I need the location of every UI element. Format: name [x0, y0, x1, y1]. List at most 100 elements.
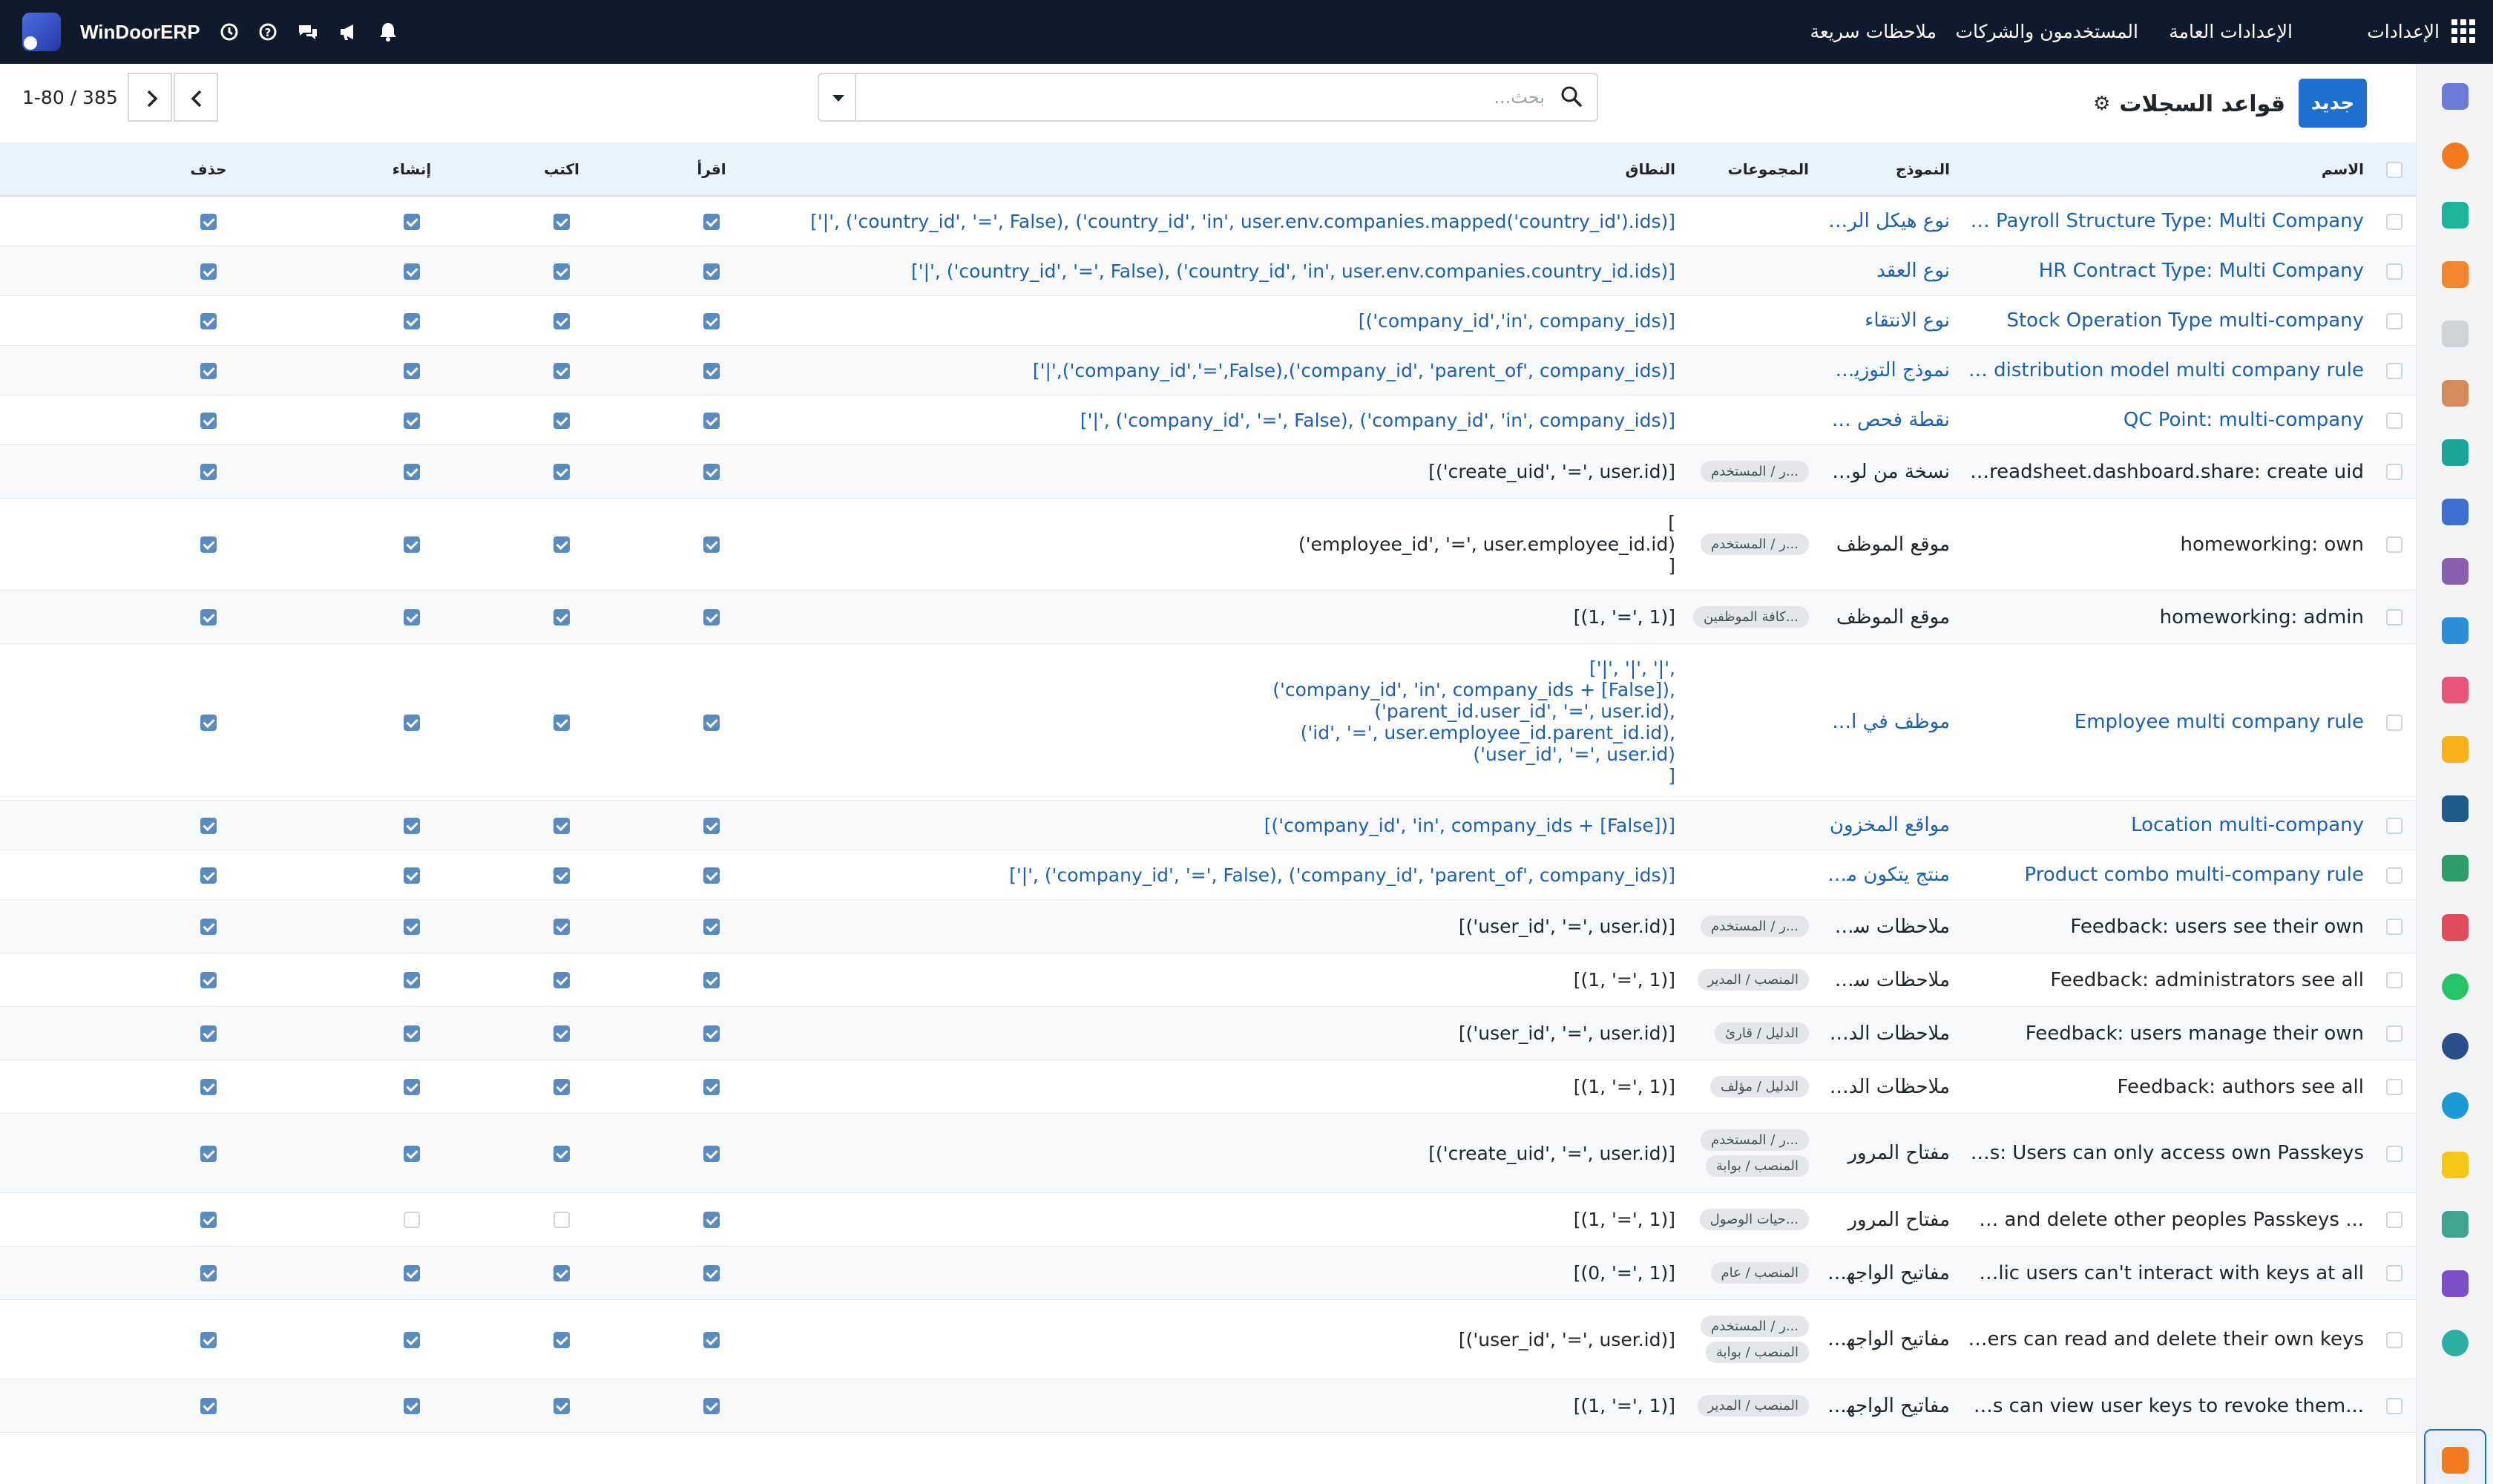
perm-create-checkbox[interactable]: [404, 1398, 420, 1414]
perm-create-checkbox[interactable]: [404, 213, 420, 230]
table-row[interactable]: ... can view and delete other peoples Pa…: [0, 1193, 2416, 1247]
perm-read-checkbox[interactable]: [703, 1079, 720, 1095]
rule-name[interactable]: Product combo multi-company rule: [1959, 850, 2373, 900]
perm-write-checkbox[interactable]: [554, 1212, 570, 1228]
app-calendar-icon[interactable]: [2442, 736, 2469, 763]
perm-read-checkbox[interactable]: [703, 1331, 720, 1348]
app-documents-icon[interactable]: [2442, 617, 2469, 644]
perm-read-checkbox[interactable]: [703, 263, 720, 280]
perm-read-checkbox[interactable]: [703, 312, 720, 329]
perm-delete-checkbox[interactable]: [200, 1145, 217, 1162]
row-select-checkbox[interactable]: [2373, 801, 2416, 850]
perm-read-checkbox[interactable]: [703, 213, 720, 230]
perm-delete-checkbox[interactable]: [200, 464, 217, 480]
perm-write-checkbox[interactable]: [554, 464, 570, 480]
perm-create-checkbox[interactable]: [404, 714, 420, 731]
column-domain[interactable]: النطاق: [786, 142, 1684, 196]
perm-read-checkbox[interactable]: [703, 919, 720, 935]
table-row[interactable]: Public users can't interact with keys at…: [0, 1246, 2416, 1300]
perm-read-checkbox[interactable]: [703, 972, 720, 988]
rule-name[interactable]: ...inistrators can view user keys to rev…: [1959, 1379, 2373, 1433]
search-options-toggle[interactable]: [819, 74, 856, 120]
search-icon[interactable]: [1560, 85, 1583, 108]
apps-grid-icon[interactable]: [2451, 19, 2475, 43]
rule-name[interactable]: HR Payroll Structure Type: Multi Company: [1959, 196, 2373, 246]
table-row[interactable]: Users can read and delete their own keys…: [0, 1300, 2416, 1379]
perm-write-checkbox[interactable]: [554, 714, 570, 731]
perm-create-checkbox[interactable]: [404, 263, 420, 280]
perm-create-checkbox[interactable]: [404, 312, 420, 329]
table-row[interactable]: Feedback: users see their own ملاحظات سري…: [0, 899, 2416, 953]
row-select-checkbox[interactable]: [2373, 850, 2416, 900]
app-discuss-icon[interactable]: [2442, 142, 2469, 169]
table-row[interactable]: Analytic distribution model multi compan…: [0, 345, 2416, 395]
perm-create-checkbox[interactable]: [404, 1025, 420, 1042]
row-select-checkbox[interactable]: [2373, 900, 2416, 953]
rule-name[interactable]: Feedback: administrators see all: [1959, 953, 2373, 1007]
app-employees-icon[interactable]: [2442, 677, 2469, 703]
perm-delete-checkbox[interactable]: [200, 1398, 217, 1414]
perm-delete-checkbox[interactable]: [200, 213, 217, 230]
rule-name[interactable]: Feedback: users see their own: [1959, 900, 2373, 953]
perm-delete-checkbox[interactable]: [200, 609, 217, 626]
perm-create-checkbox[interactable]: [404, 972, 420, 988]
column-model[interactable]: النموذج: [1818, 142, 1959, 196]
table-row[interactable]: spreadsheet.dashboard.share: create uid ن…: [0, 444, 2416, 499]
perm-create-checkbox[interactable]: [404, 817, 420, 834]
app-contacts-icon[interactable]: [2442, 380, 2469, 407]
chat-icon[interactable]: [297, 22, 319, 42]
perm-write-checkbox[interactable]: [554, 1025, 570, 1042]
rule-name[interactable]: HR Contract Type: Multi Company: [1959, 246, 2373, 296]
perm-read-checkbox[interactable]: [703, 536, 720, 553]
table-row[interactable]: Passkeys: Users can only access own Pass…: [0, 1113, 2416, 1193]
perm-write-checkbox[interactable]: [554, 1079, 570, 1095]
rule-name[interactable]: ... can view and delete other peoples Pa…: [1959, 1193, 2373, 1247]
column-name[interactable]: الاسم: [1959, 142, 2373, 196]
row-select-checkbox[interactable]: [2373, 246, 2416, 296]
perm-delete-checkbox[interactable]: [200, 263, 217, 280]
perm-write-checkbox[interactable]: [554, 362, 570, 379]
row-select-checkbox[interactable]: [2373, 1060, 2416, 1114]
row-select-checkbox[interactable]: [2373, 1300, 2416, 1379]
perm-read-checkbox[interactable]: [703, 464, 720, 480]
app-knowledge-icon[interactable]: [2442, 499, 2469, 525]
app-whatsapp-icon[interactable]: [2442, 974, 2469, 1000]
perm-read-checkbox[interactable]: [703, 714, 720, 731]
rule-name[interactable]: QC Point: multi-company: [1959, 395, 2373, 445]
perm-delete-checkbox[interactable]: [200, 1265, 217, 1281]
table-row[interactable]: Feedback: users manage their own ملاحظات …: [0, 1006, 2416, 1060]
search-input[interactable]: [892, 80, 1545, 114]
column-write[interactable]: اكتب: [487, 142, 637, 196]
app-planning-icon[interactable]: [2442, 1330, 2469, 1356]
rule-name[interactable]: Stock Operation Type multi-company: [1959, 296, 2373, 346]
row-select-checkbox[interactable]: [2373, 953, 2416, 1007]
rule-name[interactable]: Feedback: authors see all: [1959, 1060, 2373, 1114]
table-row[interactable]: HR Payroll Structure Type: Multi Company…: [0, 196, 2416, 246]
perm-delete-checkbox[interactable]: [200, 1212, 217, 1228]
column-read[interactable]: اقرأ: [637, 142, 786, 196]
perm-write-checkbox[interactable]: [554, 213, 570, 230]
rule-name[interactable]: Public users can't interact with keys at…: [1959, 1247, 2373, 1300]
menu-users-companies[interactable]: المستخدمون والشركات: [1955, 0, 2138, 64]
pager-next-button[interactable]: [174, 73, 218, 122]
clock-icon[interactable]: [220, 22, 239, 42]
row-select-checkbox[interactable]: [2373, 1114, 2416, 1193]
app-modules-icon[interactable]: [2442, 1270, 2469, 1297]
row-select-checkbox[interactable]: [2373, 296, 2416, 346]
perm-delete-checkbox[interactable]: [200, 362, 217, 379]
row-select-checkbox[interactable]: [2373, 499, 2416, 591]
table-row[interactable]: homeworking: own موقع الموظف ...ر / المستخ…: [0, 499, 2416, 591]
perm-write-checkbox[interactable]: [554, 972, 570, 988]
rule-name[interactable]: Passkeys: Users can only access own Pass…: [1959, 1114, 2373, 1193]
rule-name[interactable]: Feedback: users manage their own: [1959, 1007, 2373, 1060]
app-website-icon[interactable]: [2442, 1092, 2469, 1119]
perm-write-checkbox[interactable]: [554, 536, 570, 553]
column-groups[interactable]: المجموعات: [1684, 142, 1818, 196]
rule-name[interactable]: Users can read and delete their own keys: [1959, 1300, 2373, 1379]
perm-delete-checkbox[interactable]: [200, 312, 217, 329]
column-delete[interactable]: حذف: [0, 142, 337, 196]
app-contacts-card-icon[interactable]: [2442, 855, 2469, 881]
row-select-checkbox[interactable]: [2373, 1007, 2416, 1060]
table-row[interactable]: Employee multi company rule موظف في القطا…: [0, 644, 2416, 801]
rule-name[interactable]: Employee multi company rule: [1959, 644, 2373, 801]
